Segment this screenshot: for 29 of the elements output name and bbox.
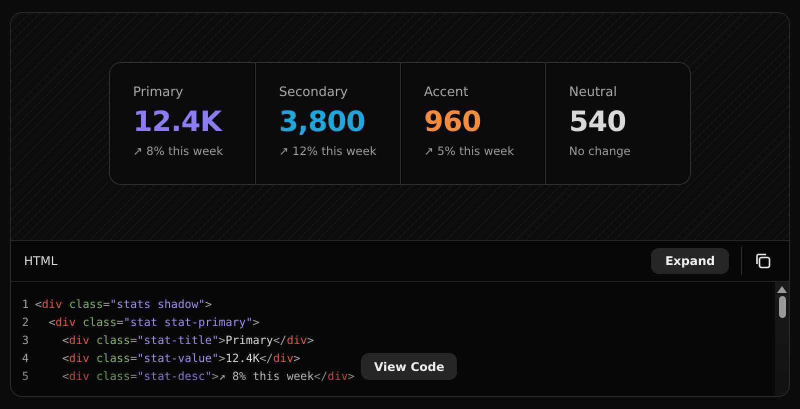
stat-description: No change [569, 144, 632, 158]
line-number: 1 [22, 297, 30, 313]
scrollbar-thumb[interactable] [778, 296, 786, 318]
line-number: 2 [22, 315, 30, 331]
line-number: 4 [22, 351, 30, 367]
line-number: 5 [22, 369, 30, 385]
view-code-button[interactable]: View Code [361, 353, 458, 380]
stat-value: 960 [424, 105, 482, 138]
line-number: 3 [22, 333, 30, 349]
stat-title: Primary [133, 85, 184, 100]
stat-value: 3,800 [279, 105, 366, 138]
stat-description: ↗ 5% this week [424, 144, 516, 158]
stat-value: 12.4K [133, 105, 224, 138]
stat-value: 540 [569, 105, 627, 138]
code-line: <div class="stat-desc">↗ 8% this week</div> [61, 369, 355, 385]
stat-title: Secondary [279, 85, 349, 100]
code-line: <div class="stat-value">12.4K</div> [61, 351, 300, 367]
stat-title: Accent [424, 85, 470, 100]
stat-description: ↗ 8% this week [133, 144, 224, 158]
stat-title: Neutral [569, 85, 618, 100]
code-line: <div class="stat-title">Primary</div> [61, 333, 314, 349]
scrollbar-track[interactable] [775, 282, 789, 396]
stat-description: ↗ 12% this week [279, 144, 378, 158]
scroll-up-icon[interactable] [777, 286, 787, 293]
copy-icon[interactable] [754, 252, 772, 270]
code-line: <div class="stat stat-primary"> [48, 315, 260, 331]
language-label: HTML [24, 254, 58, 268]
expand-button[interactable]: Expand [651, 248, 729, 274]
code-line: <div class="stats shadow"> [35, 297, 212, 313]
